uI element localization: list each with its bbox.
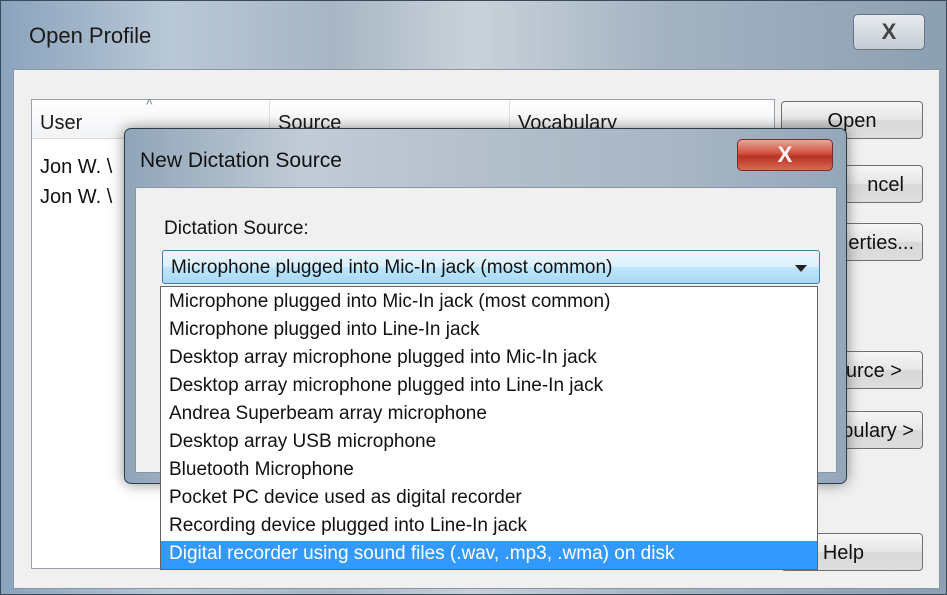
window-title: Open Profile	[29, 23, 152, 48]
close-button[interactable]: X	[853, 14, 925, 50]
list-item[interactable]: Jon W. \	[40, 186, 112, 209]
close-icon: X	[881, 19, 897, 44]
option-item-highlighted[interactable]: Digital recorder using sound files (.wav…	[161, 541, 817, 569]
option-item[interactable]: Pocket PC device used as digital recorde…	[161, 485, 817, 513]
selected-value: Microphone plugged into Mic-In jack (mos…	[171, 257, 613, 278]
sort-ascending-icon: ^	[146, 96, 153, 112]
option-item[interactable]: Recording device plugged into Line-In ja…	[161, 513, 817, 541]
chevron-down-icon[interactable]	[795, 265, 807, 272]
option-item[interactable]: Microphone plugged into Mic-In jack (mos…	[161, 289, 817, 317]
option-item[interactable]: Desktop array microphone plugged into Li…	[161, 373, 817, 401]
dialog-close-button[interactable]: X	[737, 139, 833, 171]
option-item[interactable]: Andrea Superbeam array microphone	[161, 401, 817, 429]
option-item[interactable]: Desktop array microphone plugged into Mi…	[161, 345, 817, 373]
list-item[interactable]: Jon W. \	[40, 156, 112, 179]
dictation-source-select[interactable]: Microphone plugged into Mic-In jack (mos…	[162, 250, 820, 284]
dictation-source-label: Dictation Source:	[164, 218, 309, 239]
dictation-source-options[interactable]: Microphone plugged into Mic-In jack (mos…	[160, 286, 818, 570]
option-item[interactable]: Microphone plugged into Line-In jack	[161, 317, 817, 345]
close-icon: X	[777, 142, 793, 167]
option-item[interactable]: Bluetooth Microphone	[161, 457, 817, 485]
option-item[interactable]: Desktop array USB microphone	[161, 429, 817, 457]
dialog-title: New Dictation Source	[140, 149, 342, 172]
